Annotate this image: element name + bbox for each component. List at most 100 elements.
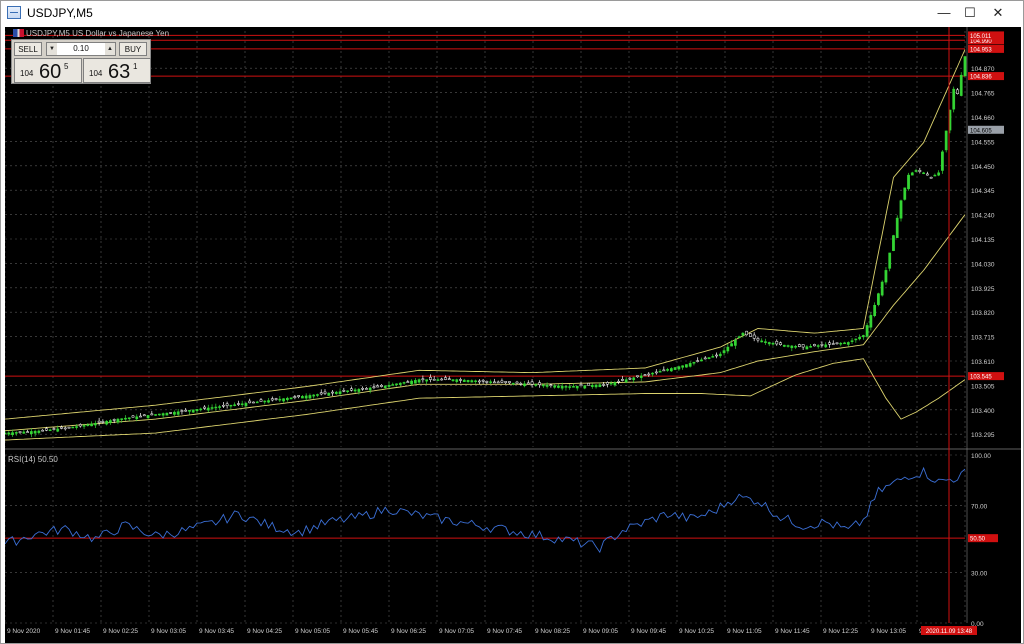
maximize-button[interactable]: ☐ <box>957 3 983 23</box>
candle-body <box>941 151 944 171</box>
price-axis-label: 103.400 <box>971 408 995 415</box>
candle-body <box>244 403 248 407</box>
lot-increase-icon[interactable]: ▲ <box>105 43 115 55</box>
candle-body <box>696 360 700 362</box>
candle-body <box>71 426 75 429</box>
candle-body <box>334 391 338 394</box>
time-axis-label: 9 Nov 05:45 <box>343 628 378 635</box>
candle-body <box>568 386 572 388</box>
candle-body <box>602 384 605 386</box>
candle-body <box>5 432 7 435</box>
candle-body <box>937 172 941 176</box>
candle-body <box>922 172 925 175</box>
time-axis-label: 9 Nov 02:25 <box>103 628 138 635</box>
candle-body <box>353 389 357 392</box>
buy-price-sup: 1 <box>133 62 138 71</box>
price-axis-label: 104.345 <box>971 188 995 195</box>
sell-price[interactable]: 104 60 5 <box>14 58 82 83</box>
minimize-button[interactable]: — <box>931 3 957 23</box>
candle-body <box>191 409 195 413</box>
candle-body <box>176 411 180 415</box>
candle-body <box>929 177 933 179</box>
lot-size-value[interactable]: 0.10 <box>73 44 89 53</box>
candle-body <box>308 395 312 399</box>
lot-decrease-icon[interactable]: ▼ <box>47 43 57 55</box>
candle-body <box>18 431 22 433</box>
candle-body <box>587 383 590 386</box>
candle-body <box>681 365 685 368</box>
candle-body <box>801 344 805 348</box>
buy-button[interactable]: BUY <box>119 42 147 56</box>
candle-body <box>293 396 297 398</box>
candle-body <box>621 379 624 381</box>
time-axis-label: 9 Nov 09:45 <box>631 628 666 635</box>
candle-body <box>828 342 831 345</box>
candle-body <box>745 330 749 336</box>
candle-body <box>357 389 361 392</box>
candle-body <box>297 395 301 398</box>
candle-body <box>880 281 884 296</box>
candle-body <box>221 404 225 407</box>
candle-body <box>737 336 741 339</box>
candle-body <box>387 384 391 387</box>
candle-body <box>282 398 285 402</box>
candle-body <box>406 381 410 383</box>
candle-body <box>135 416 139 420</box>
candle-body <box>963 56 967 77</box>
lot-size-input[interactable]: ▼ 0.10 ▲ <box>46 42 116 56</box>
bid-price-label: 104.605 <box>970 128 992 134</box>
candle-body <box>594 384 598 388</box>
close-button[interactable]: ✕ <box>985 3 1011 23</box>
candle-body <box>206 407 210 411</box>
window-title: USDJPY,M5 <box>27 6 93 20</box>
candle-body <box>97 420 101 423</box>
candle-body <box>93 423 97 426</box>
candle-body <box>37 430 41 433</box>
price-chart[interactable]: 104.870 104.765 104.660 104.555 104.450 104.3… <box>5 27 1021 643</box>
candle-body <box>617 380 621 383</box>
candle-body <box>873 304 877 317</box>
candle-body <box>33 430 37 434</box>
chart-canvas[interactable]: 104.870104.765104.660104.555104.450104.3… <box>5 27 1021 643</box>
candle-body <box>816 345 820 347</box>
price-axis-label: 103.610 <box>971 359 995 366</box>
candle-body <box>741 332 745 336</box>
time-axis-label: 9 Nov 10:25 <box>679 628 714 635</box>
candle-body <box>432 379 436 381</box>
candle-body <box>575 385 579 389</box>
candle-body <box>865 325 869 337</box>
candle-body <box>278 398 282 401</box>
candle-body <box>90 423 93 427</box>
candle-body <box>760 340 764 343</box>
candle-body <box>391 384 395 386</box>
candle-body <box>466 380 470 382</box>
candle-body <box>914 170 918 172</box>
candle-body <box>636 375 639 378</box>
candle-body <box>101 421 105 423</box>
sell-button[interactable]: SELL <box>14 42 42 56</box>
time-axis-label: 9 Nov 04:25 <box>247 628 282 635</box>
candle-body <box>112 419 116 421</box>
candle-body <box>813 344 816 347</box>
buy-price[interactable]: 104 63 1 <box>83 58 151 83</box>
candle-body <box>632 377 636 381</box>
candle-body <box>583 385 587 389</box>
candle-body <box>218 406 221 408</box>
candle-body <box>120 418 124 420</box>
price-axis-label: 103.295 <box>971 432 995 439</box>
candle-body <box>730 343 733 347</box>
candle-body <box>63 427 67 430</box>
candle-body <box>820 344 824 346</box>
candle-body <box>493 381 496 384</box>
candle-body <box>154 414 157 416</box>
candle-body <box>553 385 557 388</box>
candle-body <box>545 384 549 387</box>
candle-body <box>444 377 447 380</box>
candle-body <box>436 379 440 381</box>
title-bar[interactable]: USDJPY,M5 — ☐ ✕ <box>1 1 1023 25</box>
candle-body <box>229 404 233 407</box>
candle-body <box>605 382 609 385</box>
price-axis-label: 104.765 <box>971 91 995 98</box>
candle-body <box>481 379 485 382</box>
candle-body <box>700 359 703 362</box>
